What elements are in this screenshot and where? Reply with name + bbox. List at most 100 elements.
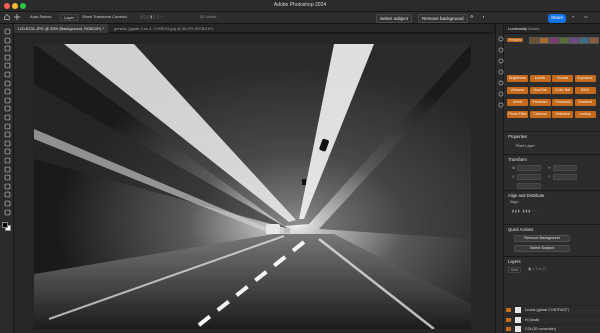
adjustment-button[interactable]: Brightness <box>507 75 528 82</box>
type-icon[interactable] <box>3 166 11 173</box>
select-subject-button[interactable]: Select subject <box>376 13 413 23</box>
align-title[interactable]: Align and Distribute <box>508 193 544 198</box>
zoom-icon[interactable] <box>3 200 11 207</box>
align-buttons[interactable]: ▯ ▯ ▯ ▮ ▯ ▯ ··· <box>140 14 164 19</box>
transform-title[interactable]: Transform <box>508 157 527 162</box>
home-icon[interactable] <box>4 14 10 21</box>
share-button[interactable]: Share <box>548 13 566 23</box>
tab-masks[interactable]: Masks <box>528 26 540 31</box>
eye-icon[interactable] <box>506 317 511 322</box>
auto-select-label[interactable]: Auto-Select: <box>30 14 52 19</box>
adjustments-icon[interactable] <box>498 29 504 42</box>
adjustment-button[interactable]: Gradient <box>574 99 596 106</box>
foreground-background-color-icon[interactable] <box>2 222 12 232</box>
width-field[interactable] <box>517 165 541 171</box>
move-icon[interactable] <box>3 28 11 35</box>
history-brush-icon[interactable] <box>3 114 11 121</box>
path-select-icon[interactable] <box>3 174 11 181</box>
remove-background-quick-button[interactable]: Remove Background <box>514 235 570 242</box>
adjustment-button[interactable]: Hue/Sat <box>529 87 551 94</box>
tab-active-document[interactable]: L00-6131.JPG @ 33% (Background, RGB/16*)… <box>14 24 108 33</box>
document-tabs: L00-6131.JPG @ 33% (Background, RGB/16*)… <box>14 24 494 33</box>
adjustment-button[interactable]: Exposure <box>574 75 596 82</box>
layer-thumbnail <box>515 326 521 332</box>
align-sub-label: Align <box>510 200 519 204</box>
eyedropper-icon[interactable] <box>3 80 11 87</box>
canvas-area[interactable] <box>14 34 495 333</box>
tab-luminosity[interactable]: Luminosity <box>508 26 527 31</box>
show-transform-controls-checkbox[interactable]: Show Transform Controls <box>82 14 127 19</box>
eye-icon[interactable] <box>506 327 511 331</box>
layer-name[interactable]: Levels (global CONTRAST) <box>525 308 569 312</box>
y-field[interactable] <box>553 174 577 180</box>
eye-icon[interactable] <box>506 308 511 312</box>
adjustment-button[interactable]: Color Bal <box>552 87 573 94</box>
color-icon[interactable] <box>498 84 504 97</box>
align-buttons-row[interactable]: ▮ ▮ ▮ ▮ ▮ ▮ ··· <box>512 209 537 213</box>
preset-swatch[interactable] <box>589 37 599 44</box>
brushes-icon[interactable] <box>498 73 504 86</box>
adjustment-button[interactable]: Threshold <box>552 99 573 106</box>
preset-swatch[interactable] <box>579 37 589 44</box>
layer-row[interactable]: Levels (global CONTRAST) <box>504 305 600 314</box>
eraser-icon[interactable] <box>3 123 11 130</box>
height-field[interactable] <box>553 165 577 171</box>
history-icon[interactable] <box>498 62 504 75</box>
object-select-icon[interactable] <box>3 54 11 61</box>
adjustment-button[interactable]: Selective <box>552 111 573 118</box>
hand-icon[interactable] <box>3 191 11 198</box>
tab-second-document[interactable]: generic (guide 4 ss 4- CYBEX4.jpg @ 66.2… <box>110 24 260 33</box>
lasso-icon[interactable] <box>3 45 11 52</box>
width-label: W <box>512 166 516 170</box>
quick-actions-title[interactable]: Quick Actions <box>508 227 533 232</box>
options-bar: Auto-Select: Layer Show Transform Contro… <box>0 12 600 24</box>
adjustment-button[interactable]: Lookup <box>574 111 596 118</box>
preset-swatch[interactable] <box>529 37 539 44</box>
adjustment-button[interactable]: B&W <box>574 87 596 94</box>
adjustment-button[interactable]: Posterize <box>529 99 551 106</box>
adjustment-button[interactable]: Levels <box>529 75 551 82</box>
swatches-icon[interactable] <box>498 95 504 108</box>
adjustment-button[interactable]: Channel <box>529 111 551 118</box>
layer-name[interactable]: COLOR correction) <box>525 327 556 331</box>
shape-icon[interactable] <box>3 183 11 190</box>
preset-swatch[interactable] <box>539 37 549 44</box>
layers-icon[interactable] <box>498 51 504 64</box>
x-field[interactable] <box>517 174 541 180</box>
frame-icon[interactable] <box>3 71 11 78</box>
brush-icon[interactable] <box>3 97 11 104</box>
move-tool-icon[interactable] <box>14 14 20 21</box>
angle-field[interactable] <box>517 183 541 189</box>
remove-background-button[interactable]: Remove background <box>418 13 468 23</box>
adjustment-button[interactable]: Vibrance <box>507 87 528 94</box>
layer-kind-filter[interactable]: Kind <box>508 267 522 273</box>
clone-stamp-icon[interactable] <box>3 105 11 112</box>
dodge-icon[interactable] <box>3 148 11 155</box>
preset-swatch[interactable] <box>569 37 579 44</box>
adjustment-button[interactable]: Invert <box>507 99 528 106</box>
gradient-icon[interactable] <box>3 131 11 138</box>
more-tools-icon[interactable] <box>3 209 11 216</box>
workspace-icon[interactable]: ▭ <box>584 14 588 19</box>
adjustment-button[interactable]: Curves <box>552 75 573 82</box>
gear-icon[interactable]: ⚙ <box>470 14 474 19</box>
contrast-icon[interactable]: ◑ <box>482 14 484 19</box>
adjustment-button[interactable]: Photo Filter <box>507 111 528 118</box>
properties-icon[interactable] <box>498 40 504 53</box>
layer-name[interactable]: HI (local) <box>525 318 539 322</box>
layer-dropdown[interactable]: Layer <box>60 14 79 21</box>
marquee-icon[interactable] <box>3 37 11 44</box>
preset-swatch[interactable] <box>549 37 559 44</box>
tunnel-photo[interactable] <box>34 44 471 329</box>
layer-filter-icons[interactable]: ▣ ◐ T ▭ ▢ <box>528 267 546 271</box>
blur-icon[interactable] <box>3 140 11 147</box>
layer-thumbnail <box>515 316 521 323</box>
crop-icon[interactable] <box>3 62 11 69</box>
layer-row[interactable]: HI (local) <box>504 314 600 324</box>
select-subject-quick-button[interactable]: Select Subject <box>514 245 570 252</box>
preset-swatch[interactable] <box>559 37 569 44</box>
pen-icon[interactable] <box>3 157 11 164</box>
layer-row[interactable]: COLOR correction) <box>504 324 600 333</box>
search-icon[interactable]: ⌕ <box>572 14 574 19</box>
healing-icon[interactable] <box>3 88 11 95</box>
